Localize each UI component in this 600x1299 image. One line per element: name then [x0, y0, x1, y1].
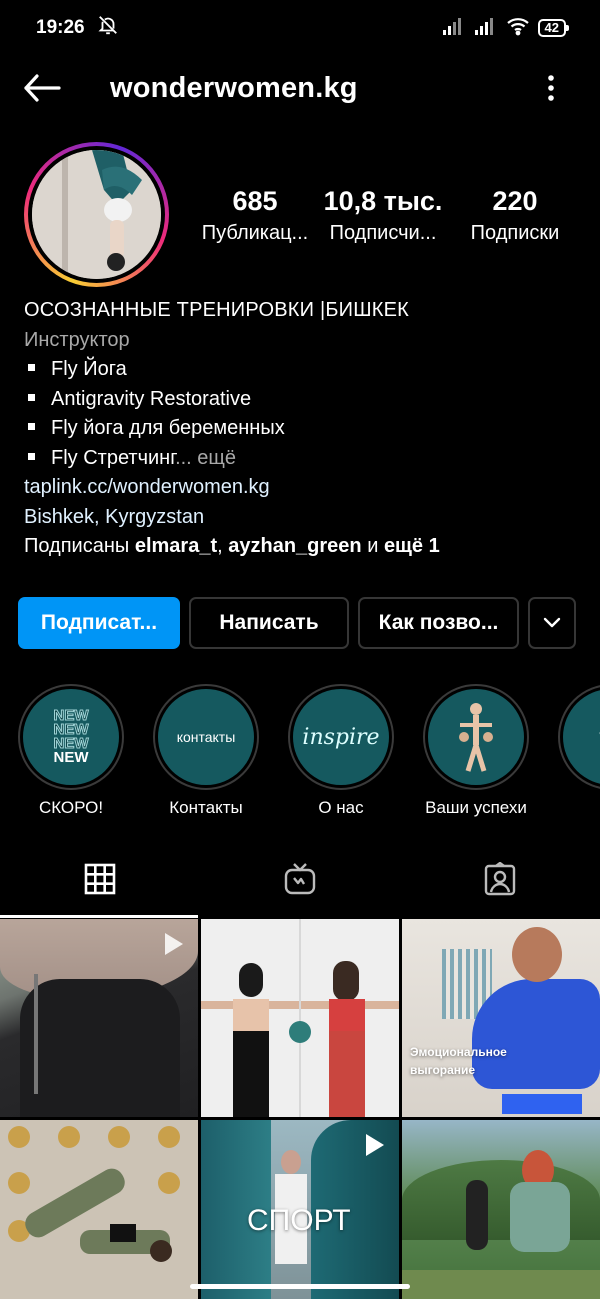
- bio-title: ОСОЗНАННЫЕ ТРЕНИРОВКИ |БИШКЕК: [24, 299, 410, 321]
- highlight-label: СКОРО!: [38, 798, 104, 817]
- signal-icon: [442, 16, 466, 41]
- igtv-icon: [284, 863, 316, 895]
- posts-label: Публикац...: [201, 222, 309, 244]
- following-label: Подписки: [470, 222, 560, 244]
- status-bar: 19:26 42: [0, 0, 600, 56]
- avatar: [32, 150, 161, 279]
- highlight-item[interactable]: Ваши успехи: [416, 684, 536, 818]
- bio-list-item: Fly йога для беременных: [24, 414, 584, 444]
- followed-by[interactable]: Подписаны elmara_t, ayzhan_green и ещё 1: [24, 532, 584, 562]
- back-arrow-icon: [24, 74, 61, 102]
- profile-bio: ОСОЗНАННЫЕ ТРЕНИРОВКИ |БИШКЕК Инструктор…: [24, 296, 584, 562]
- suggested-dropdown-button[interactable]: [528, 597, 576, 649]
- kebab-menu-icon: [548, 75, 554, 101]
- tagged-icon: [484, 862, 516, 896]
- profile-header: wonderwomen.kg: [0, 56, 600, 122]
- bio-list-item: Fly Йога: [24, 355, 584, 385]
- profile-actions: Подписат... Написать Как позво...: [18, 597, 582, 649]
- tab-posts[interactable]: [0, 842, 200, 916]
- post-thumbnail[interactable]: [0, 1120, 198, 1299]
- highlight-item[interactable]: inspire О нас: [281, 684, 401, 818]
- profile-username: wonderwomen.kg: [110, 72, 358, 104]
- following-count: 220: [492, 186, 538, 216]
- stat-following[interactable]: 220 Подписки: [450, 184, 580, 248]
- post-overlay-text: СПОРТ: [247, 1204, 351, 1237]
- profile-tabs: [0, 842, 600, 918]
- back-button[interactable]: [22, 70, 62, 106]
- contact-button[interactable]: Как позво...: [358, 597, 519, 649]
- follow-button[interactable]: Подписат...: [18, 597, 180, 649]
- post-thumbnail[interactable]: [402, 1120, 600, 1299]
- post-thumbnail[interactable]: [201, 919, 399, 1117]
- bio-list: Fly Йога Antigravity Restorative Fly йог…: [24, 355, 584, 473]
- chevron-down-icon: [543, 617, 561, 628]
- home-indicator[interactable]: [190, 1284, 410, 1289]
- alarm-off-icon: [97, 14, 119, 42]
- bio-location[interactable]: Bishkek, Kyrgyzstan: [24, 503, 584, 533]
- stat-followers[interactable]: 10,8 тыс. Подписчи...: [318, 184, 448, 248]
- message-button[interactable]: Написать: [189, 597, 349, 649]
- bio-website-link[interactable]: taplink.cc/wonderwomen.kg: [24, 473, 584, 503]
- bio-category: Инструктор: [24, 328, 130, 351]
- highlight-label: Ваши успехи: [425, 798, 527, 817]
- battery-indicator: 42: [537, 19, 570, 37]
- tab-tagged[interactable]: [400, 842, 600, 916]
- yoga-figure-icon: [459, 703, 493, 772]
- stat-posts[interactable]: 685 Публикац...: [190, 184, 320, 248]
- post-overlay-text: Эмоциональное выгорание: [410, 1045, 507, 1077]
- active-tab-indicator: [0, 915, 198, 918]
- highlight-label: О нас: [318, 798, 364, 817]
- highlight-label: За: [551, 798, 600, 818]
- wifi-icon: [506, 16, 530, 41]
- bio-more-link[interactable]: ... ещё: [175, 447, 236, 469]
- grid-icon: [84, 863, 116, 895]
- story-highlights: NEW NEW NEW NEW СКОРО! контакты Контакты…: [0, 684, 600, 824]
- video-play-icon: [165, 933, 183, 955]
- post-thumbnail[interactable]: СПОРТ: [201, 1120, 399, 1299]
- post-thumbnail[interactable]: [0, 919, 198, 1117]
- posts-count: 685: [232, 186, 278, 216]
- more-options-button[interactable]: [536, 70, 566, 106]
- bio-list-item: Antigravity Restorative: [24, 385, 584, 415]
- followers-label: Подписчи...: [329, 222, 437, 244]
- highlight-item[interactable]: контакты Контакты: [146, 684, 266, 818]
- signal-icon-2: [474, 16, 498, 41]
- posts-grid: Эмоциональное выгорание СПОРТ: [0, 919, 600, 1299]
- tab-igtv[interactable]: [200, 842, 400, 916]
- highlight-label: Контакты: [169, 798, 243, 817]
- video-play-icon: [366, 1134, 384, 1156]
- status-time: 19:26: [36, 17, 85, 38]
- story-ring[interactable]: [24, 142, 169, 287]
- highlight-item[interactable]: NEW NEW NEW NEW СКОРО!: [11, 684, 131, 818]
- post-thumbnail[interactable]: Эмоциональное выгорание: [402, 919, 600, 1117]
- highlight-item[interactable]: ww За: [551, 684, 600, 818]
- bio-list-item: Fly Стретчинг... ещё: [24, 444, 584, 474]
- profile-stats: 685 Публикац... 10,8 тыс. Подписчи... 22…: [190, 184, 580, 254]
- followers-count: 10,8 тыс.: [323, 186, 443, 216]
